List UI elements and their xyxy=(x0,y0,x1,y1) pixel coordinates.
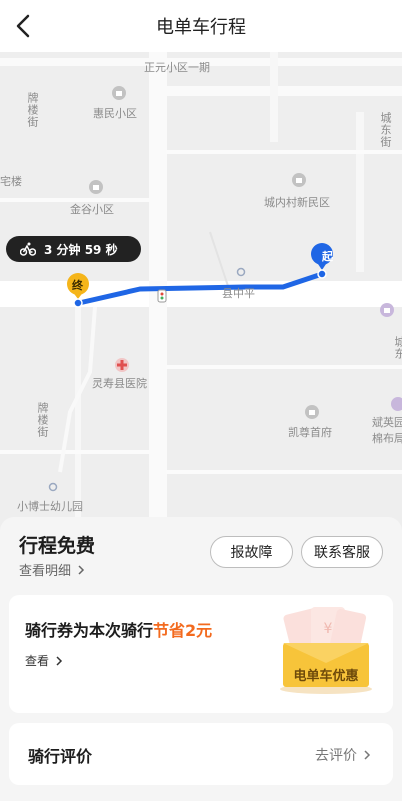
shopping-pin-icon xyxy=(380,303,394,317)
map-label-jingu: 金谷小区 xyxy=(70,203,114,216)
map-label-huimin: 惠民小区 xyxy=(93,107,137,120)
coupon-title-prefix: 骑行券为本次骑行 xyxy=(25,621,154,640)
coupon-envelope-text: 电单车优惠 xyxy=(293,669,359,684)
traffic-light-icon xyxy=(157,289,167,303)
coupon-savings: 节省2元 xyxy=(153,621,213,640)
page-title: 电单车行程 xyxy=(156,17,246,38)
map-label-chengdong: 城东街 xyxy=(379,112,392,148)
map-label-dong: 城东 xyxy=(393,336,402,360)
map-label-zhailou: 宅楼 xyxy=(0,175,22,188)
coupon-title: 骑行券为本次骑行节省2元 xyxy=(25,617,212,641)
map-label-binying: 斌英园 xyxy=(372,416,402,429)
map-label-chengneicun: 城内村新民区 xyxy=(264,196,330,209)
fee-section: 行程免费 查看明细 报故障 联系客服 xyxy=(0,517,402,587)
route-map[interactable]: 起 终 正元小区一期 牌楼街 惠民小区 城东街 宅楼 金谷小区 城内村新民区 县… xyxy=(0,52,402,532)
ride-duration-text: 3 分钟 59 秒 xyxy=(44,242,118,257)
back-button[interactable] xyxy=(8,10,40,42)
view-details-link[interactable]: 查看明细 xyxy=(19,560,85,579)
coupon-view-link[interactable]: 查看 xyxy=(25,652,63,669)
map-label-hospital: 灵寿县医院 xyxy=(92,377,147,390)
chevron-left-icon xyxy=(16,14,30,38)
chevron-right-icon xyxy=(78,564,85,575)
chevron-right-icon xyxy=(364,750,371,760)
rating-title: 骑行评价 xyxy=(28,747,93,766)
map-label-zhengyuan: 正元小区一期 xyxy=(144,61,210,74)
hospital-pin-icon xyxy=(115,358,129,372)
residential-pin-icon xyxy=(112,86,126,100)
coupon-view-label: 查看 xyxy=(25,654,50,668)
fee-title: 行程免费 xyxy=(19,535,96,557)
residential-pin-icon xyxy=(292,173,306,187)
go-rate-label: 去评价 xyxy=(315,748,357,764)
go-rate-link[interactable]: 去评价 xyxy=(315,745,371,765)
map-label-mianbu: 棉布局 xyxy=(372,432,402,445)
start-marker-label: 起 xyxy=(322,250,333,263)
residential-pin-icon xyxy=(305,405,319,419)
trip-summary-sheet: 行程免费 查看明细 报故障 联系客服 骑行券为本次骑行节省2元 查看 ¥ 电单车… xyxy=(0,517,402,801)
map-label-kaizun: 凯尊首府 xyxy=(288,426,332,439)
view-details-label: 查看明细 xyxy=(19,564,72,579)
map-label-pailou-bottom: 牌楼街 xyxy=(36,402,49,438)
end-marker-label: 终 xyxy=(72,279,83,292)
coupon-envelope-graphic: ¥ 电单车优惠 xyxy=(271,603,381,695)
nav-header: 电单车行程 xyxy=(0,0,402,52)
chevron-right-icon xyxy=(56,655,63,666)
bicycle-icon xyxy=(20,242,36,256)
map-label-pailou-top: 牌楼街 xyxy=(26,92,39,128)
ride-duration-pill: 3 分钟 59 秒 xyxy=(6,236,141,262)
map-label-kindergarten: 小博士幼儿园 xyxy=(17,500,83,513)
map-label-road: 县中平 xyxy=(222,287,255,300)
rating-card[interactable]: 骑行评价 去评价 xyxy=(9,723,393,785)
coupon-card[interactable]: 骑行券为本次骑行节省2元 查看 ¥ 电单车优惠 xyxy=(9,595,393,713)
svg-text:¥: ¥ xyxy=(324,621,333,637)
contact-service-button[interactable]: 联系客服 xyxy=(301,536,383,568)
map-roads xyxy=(0,52,402,532)
residential-pin-icon xyxy=(89,180,103,194)
report-fault-button[interactable]: 报故障 xyxy=(210,536,293,568)
